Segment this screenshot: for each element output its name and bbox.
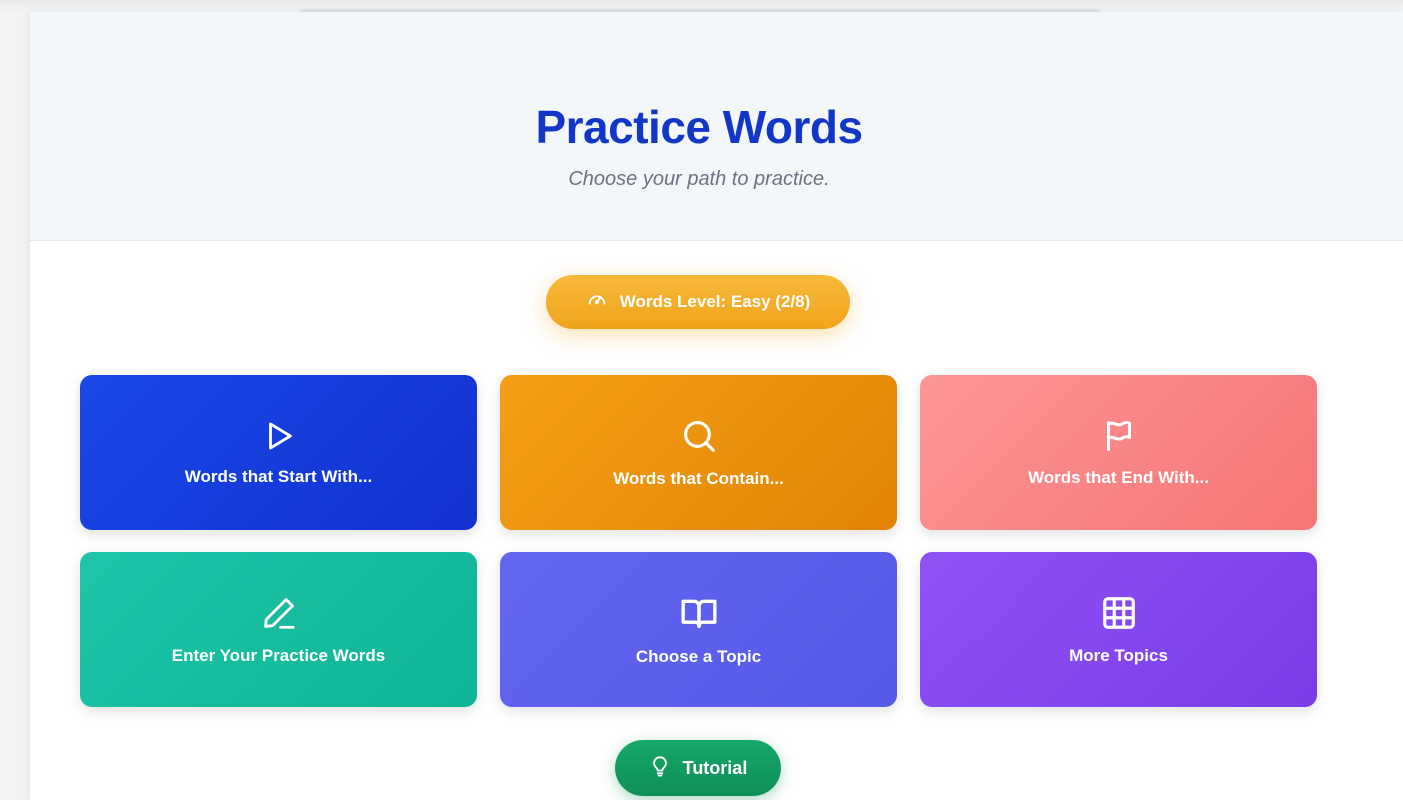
card-enter-practice-words[interactable]: Enter Your Practice Words [80, 552, 477, 707]
search-icon [680, 417, 718, 455]
card-label: Words that Contain... [613, 468, 784, 488]
card-more-topics[interactable]: More Topics [920, 552, 1317, 707]
page-subtitle: Choose your path to practice. [568, 168, 830, 190]
browser-top-edge [0, 0, 1403, 12]
card-words-start-with[interactable]: Words that Start With... [80, 375, 477, 530]
app-frame: Practice Words Choose your path to pract… [30, 12, 1403, 800]
practice-options-grid: Words that Start With... Words that Cont… [80, 375, 1318, 707]
page-title: Practice Words [535, 101, 863, 153]
card-label: Enter Your Practice Words [171, 645, 386, 665]
tutorial-label: Tutorial [682, 757, 748, 778]
card-choose-topic[interactable]: Choose a Topic [500, 552, 897, 707]
card-label: Words that End With... [1028, 467, 1209, 487]
words-level-label: Words Level: Easy (2/8) [619, 292, 811, 311]
grid-icon [1100, 594, 1138, 632]
book-icon [679, 593, 719, 633]
words-level-button[interactable]: Words Level: Easy (2/8) [546, 275, 850, 329]
card-label: Words that Start With... [184, 466, 373, 486]
card-label: Choose a Topic [635, 646, 762, 666]
pencil-icon [260, 594, 298, 632]
card-words-contain[interactable]: Words that Contain... [500, 375, 897, 530]
play-icon [262, 419, 296, 453]
card-label: More Topics [1069, 645, 1168, 665]
gauge-icon [586, 289, 608, 316]
flag-icon [1101, 418, 1137, 454]
tutorial-button[interactable]: Tutorial [615, 740, 781, 796]
lightbulb-icon [649, 755, 671, 782]
page-header: Practice Words Choose your path to pract… [30, 12, 1403, 241]
card-words-end-with[interactable]: Words that End With... [920, 375, 1317, 530]
